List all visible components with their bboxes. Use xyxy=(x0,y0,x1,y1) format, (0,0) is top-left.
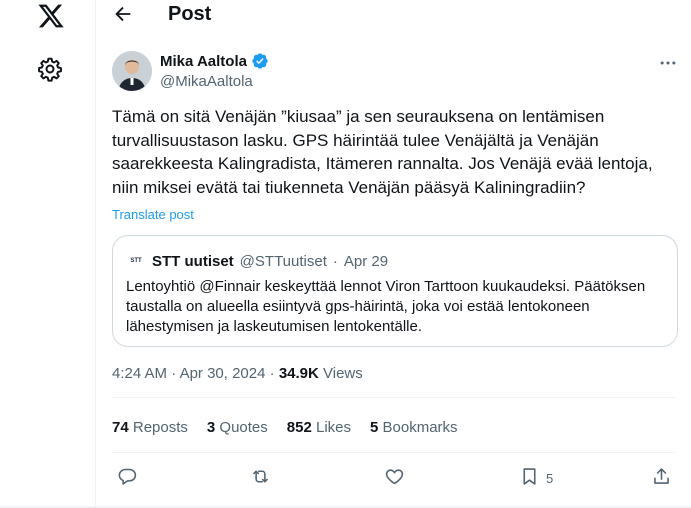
post-stats: 74 Reposts 3 Quotes 852 Likes 5 Bookmark… xyxy=(112,419,458,436)
likes-stat[interactable]: 852 Likes xyxy=(287,419,351,436)
quoted-separator: · xyxy=(332,252,338,270)
post-date[interactable]: Apr 30, 2024 xyxy=(180,365,266,382)
quotes-label: Quotes xyxy=(219,419,268,436)
translate-post-link[interactable]: Translate post xyxy=(112,207,194,222)
like-button[interactable] xyxy=(384,466,405,490)
page-header: Post xyxy=(96,0,691,30)
reposts-count: 74 xyxy=(112,419,129,436)
quoted-avatar: STT xyxy=(126,251,146,271)
likes-label: Likes xyxy=(315,419,352,436)
quoted-post-header: STT STT uutiset @STTuutiset · Apr 29 xyxy=(126,251,388,271)
author-name-text[interactable]: Mika Aaltola xyxy=(160,53,247,70)
quoted-post-text: Lentoyhtiö @Finnair keskeyttää lennot Vi… xyxy=(126,278,646,335)
views-label: Views xyxy=(323,365,363,382)
quotes-count: 3 xyxy=(206,419,216,436)
quotes-stat[interactable]: 3 Quotes xyxy=(207,419,268,436)
action-bar: 5 xyxy=(96,466,691,490)
quoted-author-handle: @STTuutiset xyxy=(239,252,327,270)
quoted-avatar-text: STT xyxy=(130,258,142,264)
reply-button[interactable] xyxy=(117,466,138,490)
back-arrow-icon[interactable] xyxy=(112,3,134,25)
x-logo-icon[interactable] xyxy=(36,2,66,30)
post-text: Tämä on sitä Venäjän ”kiusaa” ja sen seu… xyxy=(112,107,653,197)
gear-icon[interactable] xyxy=(37,56,63,82)
page-title: Post xyxy=(168,3,212,25)
meta-separator: · xyxy=(171,365,177,382)
left-sidebar xyxy=(0,0,96,508)
post-meta: 4:24 AM · Apr 30, 2024 · 34.9K Views xyxy=(112,365,363,382)
bookmarks-count: 5 xyxy=(370,419,379,436)
reposts-label: Reposts xyxy=(132,419,188,436)
likes-count: 852 xyxy=(286,419,312,436)
more-icon[interactable] xyxy=(658,53,678,73)
bookmarks-label: Bookmarks xyxy=(382,419,458,436)
bookmarks-stat[interactable]: 5 Bookmarks xyxy=(370,419,458,436)
meta-separator-2: · xyxy=(269,365,275,382)
bookmark-icon xyxy=(519,466,540,490)
quoted-author-name: STT uutiset xyxy=(152,252,234,270)
author-name[interactable]: Mika Aaltola xyxy=(160,52,269,70)
like-icon xyxy=(384,466,405,490)
bookmark-button[interactable]: 5 xyxy=(519,466,553,490)
bookmark-count: 5 xyxy=(546,470,554,486)
views-count: 34.9K xyxy=(278,365,319,382)
quoted-date: Apr 29 xyxy=(343,252,389,270)
share-icon xyxy=(651,466,672,490)
reply-icon xyxy=(117,466,138,490)
author-handle[interactable]: @MikaAaltola xyxy=(160,73,253,90)
repost-icon xyxy=(250,466,271,490)
reposts-stat[interactable]: 74 Reposts xyxy=(112,419,188,436)
post-detail: Post Mika Aaltola @MikaAaltola Tämä on s… xyxy=(96,0,691,508)
verified-badge-icon xyxy=(251,52,269,70)
divider xyxy=(112,397,675,398)
quoted-post[interactable]: STT STT uutiset @STTuutiset · Apr 29 Len… xyxy=(112,235,678,347)
share-button[interactable] xyxy=(651,466,672,490)
repost-button[interactable] xyxy=(250,466,271,490)
post-time[interactable]: 4:24 AM xyxy=(112,365,167,382)
divider xyxy=(112,452,675,453)
avatar[interactable] xyxy=(112,51,152,91)
